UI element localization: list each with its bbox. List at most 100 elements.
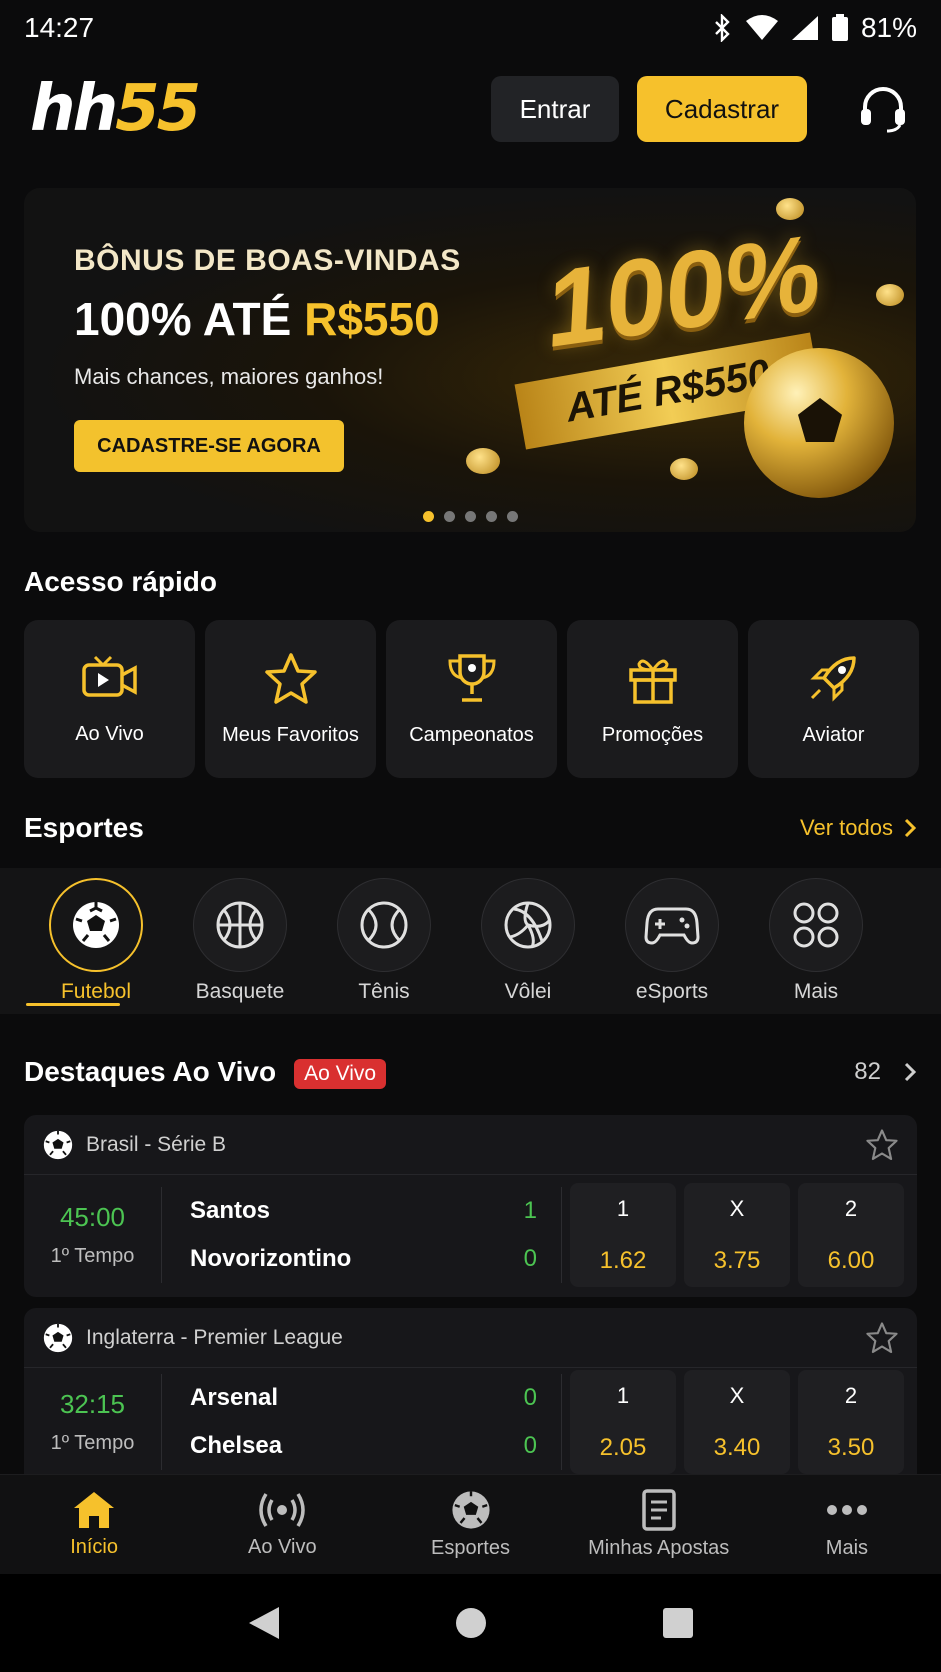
odd-button-home[interactable]: 1 2.05 [570,1370,676,1474]
sport-tab-basquete[interactable]: Basquete [168,868,312,1014]
quick-item-aviator[interactable]: Aviator [748,620,919,778]
grid-icon [793,902,839,948]
nav-minhas-apostas[interactable]: Minhas Apostas [565,1475,753,1574]
nav-label: Minhas Apostas [588,1537,730,1559]
bottom-navigation: Início Ao Vivo Esportes Minhas Apostas M… [0,1474,941,1574]
nav-label: Início [70,1536,118,1558]
nav-label: Mais [825,1537,869,1559]
support-headset-icon[interactable] [855,81,911,137]
odd-button-draw[interactable]: X 3.40 [684,1370,790,1474]
golden-soccer-ball-icon [744,348,894,498]
betslip-icon [641,1489,676,1531]
logo-text-55: 55 [115,72,201,146]
signal-icon [791,16,818,40]
sport-tab-volei[interactable]: Vôlei [456,868,600,1014]
wifi-icon [745,15,778,40]
back-icon[interactable] [247,1605,281,1641]
brand-logo[interactable]: hh55 [30,77,201,141]
odd-value: 3.50 [827,1433,875,1461]
more-dots-icon [826,1505,867,1515]
home-icon [74,1492,115,1528]
live-title-text: Destaques Ao Vivo [24,1056,277,1087]
odd-button-draw[interactable]: X 3.75 [684,1183,790,1287]
banner-title: BÔNUS DE BOAS-VINDAS [74,244,461,277]
gamepad-icon [644,907,700,945]
quick-item-label: Promoções [601,723,704,746]
sports-strip: Futebol Basquete Tênis Vôlei eSports Mai… [0,868,941,1014]
banner-pagination [24,511,916,522]
sports-see-all-link[interactable]: Ver todos [800,815,917,841]
banner-headline-gold: R$550 [304,293,440,345]
see-all-label: Ver todos [800,815,893,840]
status-bar: 14:27 81% [0,0,941,56]
sports-title: Esportes [24,812,144,843]
pagination-dot-active[interactable] [422,511,434,522]
match-time: 45:00 1º Tempo [24,1187,162,1283]
sport-tab-futebol[interactable]: Futebol [24,868,168,1014]
odd-label: 2 [844,1195,858,1221]
pagination-dot[interactable] [443,511,455,522]
pagination-dot[interactable] [506,511,518,522]
match-card[interactable]: Inglaterra - Premier League 32:15 1º Tem… [24,1308,917,1474]
home-team-row: Santos 1 [190,1197,537,1225]
sport-tab-tenis[interactable]: Tênis [312,868,456,1014]
sport-tab-mais[interactable]: Mais [744,868,888,1014]
sport-circle [193,878,287,972]
sport-tab-esports[interactable]: eSports [600,868,744,1014]
pagination-dot[interactable] [464,511,476,522]
match-body: 32:15 1º Tempo Arsenal 0 Chelsea 0 1 2.05 X… [24,1368,917,1474]
banner-subtitle: Mais chances, maiores ganhos! [74,364,384,389]
away-team: Novorizontino [190,1245,352,1272]
odd-button-home[interactable]: 1 1.62 [570,1183,676,1287]
sport-label: Vôlei [504,980,552,1003]
nav-esportes[interactable]: Esportes [376,1475,564,1574]
broadcast-icon [259,1493,306,1527]
status-time: 14:27 [24,12,95,43]
trophy-icon [447,653,496,702]
sport-label: eSports [635,980,709,1003]
favorite-star-icon[interactable] [865,1321,899,1355]
app-header: hh55 Entrar Cadastrar [0,66,941,152]
league-name: Inglaterra - Premier League [86,1325,343,1349]
home-team-row: Arsenal 0 [190,1384,537,1412]
nav-mais[interactable]: Mais [753,1475,941,1574]
home-score: 1 [523,1197,537,1224]
sport-label: Tênis [358,980,410,1003]
home-circle-icon[interactable] [454,1606,488,1640]
quick-item-ao-vivo[interactable]: Ao Vivo [24,620,195,778]
quick-item-promocoes[interactable]: Promoções [567,620,738,778]
status-icons: 81% [713,12,917,44]
pagination-dot[interactable] [485,511,497,522]
nav-ao-vivo[interactable]: Ao Vivo [188,1475,376,1574]
system-navigation-bar [0,1574,941,1672]
soccer-ball-icon [451,1491,490,1529]
live-tv-icon [81,655,137,697]
banner-signup-button[interactable]: CADASTRE-SE AGORA [74,420,344,472]
recents-icon[interactable] [662,1607,694,1639]
promo-banner[interactable]: BÔNUS DE BOAS-VINDAS 100% ATÉ R$550 Mais… [24,188,916,532]
home-team: Arsenal [190,1384,279,1411]
sports-header: Esportes Ver todos [24,812,917,844]
home-score: 0 [523,1384,537,1411]
odd-button-away[interactable]: 2 6.00 [798,1183,904,1287]
gift-icon [628,659,677,704]
register-button[interactable]: Cadastrar [637,76,807,142]
banner-artwork: 100% ATÉ R$550 [456,188,916,532]
match-card[interactable]: Brasil - Série B 45:00 1º Tempo Santos 1 … [24,1115,917,1297]
banner-text: BÔNUS DE BOAS-VINDAS 100% ATÉ R$550 Mais… [74,244,461,472]
match-odds: 1 2.05 X 3.40 2 3.50 [562,1370,904,1474]
quick-item-campeonatos[interactable]: Campeonatos [386,620,557,778]
nav-inicio[interactable]: Início [0,1475,188,1574]
volleyball-icon [504,901,552,949]
coin-decoration [670,458,698,480]
quick-item-label: Campeonatos [409,723,534,746]
chevron-right-icon [904,818,917,838]
live-count-link[interactable]: 82 [854,1058,917,1086]
login-button[interactable]: Entrar [491,76,619,142]
favorite-star-icon[interactable] [865,1128,899,1162]
quick-item-favoritos[interactable]: Meus Favoritos [205,620,376,778]
home-team: Santos [190,1197,271,1224]
odd-button-away[interactable]: 2 3.50 [798,1370,904,1474]
quick-item-label: Aviator [802,723,865,746]
live-badge: Ao Vivo [294,1058,387,1089]
